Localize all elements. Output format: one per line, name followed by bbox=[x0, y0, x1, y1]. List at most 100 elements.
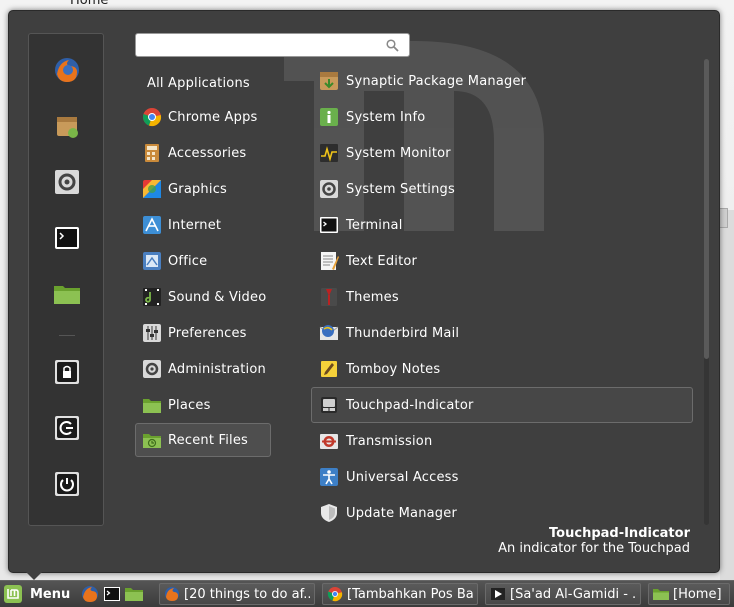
category-places[interactable]: Places bbox=[135, 388, 271, 422]
taskbar-window-firefox[interactable]: [20 things to do af... bbox=[159, 583, 315, 605]
app-synaptic-package-manager[interactable]: Synaptic Package Manager bbox=[311, 63, 693, 99]
category-graphics[interactable]: Graphics bbox=[135, 172, 271, 206]
panel-launcher-terminal[interactable] bbox=[103, 585, 121, 603]
category-label: Sound & Video bbox=[168, 289, 267, 305]
app-transmission[interactable]: Transmission bbox=[311, 423, 693, 459]
chrome-icon bbox=[327, 587, 343, 602]
taskbar-window-chrome[interactable]: [Tambahkan Pos Ba... bbox=[322, 583, 478, 605]
scrollbar-thumb[interactable] bbox=[704, 59, 709, 359]
firefox-icon bbox=[165, 587, 179, 601]
app-description-text: An indicator for the Touchpad bbox=[498, 541, 690, 556]
transmission-icon bbox=[320, 434, 338, 449]
tomboy-icon bbox=[321, 361, 337, 377]
app-label: Touchpad-Indicator bbox=[346, 397, 474, 413]
app-label: Transmission bbox=[346, 433, 433, 449]
software-package-icon bbox=[57, 117, 78, 138]
update-manager-icon bbox=[321, 504, 337, 522]
app-list-scrollbar[interactable] bbox=[704, 59, 709, 525]
category-label: Internet bbox=[168, 217, 222, 233]
terminal-icon bbox=[55, 227, 79, 249]
category-internet[interactable]: Internet bbox=[135, 208, 271, 242]
category-all-applications[interactable]: All Applications bbox=[135, 66, 271, 100]
folder-icon bbox=[653, 589, 669, 600]
favorite-home-folder[interactable] bbox=[52, 279, 82, 309]
category-label: Administration bbox=[168, 361, 266, 377]
search-input[interactable] bbox=[142, 37, 382, 53]
category-recent-files[interactable]: Recent Files bbox=[135, 423, 271, 457]
app-thunderbird-mail[interactable]: Thunderbird Mail bbox=[311, 315, 693, 351]
category-sound-video[interactable]: Sound & Video bbox=[135, 280, 271, 314]
app-system-settings[interactable]: System Settings bbox=[311, 171, 693, 207]
favorite-system-settings[interactable] bbox=[52, 167, 82, 197]
app-label: System Info bbox=[346, 109, 426, 125]
system-monitor-icon bbox=[320, 144, 338, 162]
panel-launcher-files[interactable] bbox=[125, 585, 143, 603]
favorites-sidebar bbox=[28, 33, 104, 526]
app-system-info[interactable]: System Info bbox=[311, 99, 693, 135]
category-label: Graphics bbox=[168, 181, 228, 197]
app-description-title: Touchpad-Indicator bbox=[549, 526, 690, 541]
category-chrome-apps[interactable]: Chrome Apps bbox=[135, 100, 271, 134]
themes-icon bbox=[321, 288, 337, 306]
desktop-window-edge bbox=[720, 210, 734, 580]
taskbar-window-home[interactable]: [Home] bbox=[648, 583, 730, 605]
app-label: Thunderbird Mail bbox=[346, 325, 460, 341]
lock-screen-button[interactable] bbox=[52, 357, 82, 387]
category-label: Preferences bbox=[168, 325, 247, 341]
app-terminal[interactable]: Terminal bbox=[311, 207, 693, 243]
mint-logo-icon bbox=[4, 585, 22, 603]
bottom-panel: Menu [20 things to do af... [Tambahkan P… bbox=[0, 580, 734, 607]
accessories-icon bbox=[145, 144, 159, 162]
logout-icon bbox=[55, 416, 79, 440]
universal-access-icon bbox=[320, 468, 338, 486]
administration-icon bbox=[143, 360, 161, 378]
category-label: Office bbox=[168, 253, 208, 269]
app-label: System Settings bbox=[346, 181, 455, 197]
recent-files-icon bbox=[143, 434, 161, 448]
office-icon bbox=[143, 252, 161, 270]
category-label: Accessories bbox=[168, 145, 247, 161]
app-touchpad-indicator[interactable]: Touchpad-Indicator bbox=[311, 387, 693, 423]
text-editor-icon bbox=[321, 252, 339, 270]
favorite-terminal[interactable] bbox=[52, 223, 82, 253]
category-accessories[interactable]: Accessories bbox=[135, 136, 271, 170]
lock-screen-icon bbox=[55, 360, 79, 384]
firefox-icon bbox=[55, 58, 79, 82]
app-system-monitor[interactable]: System Monitor bbox=[311, 135, 693, 171]
menu-button[interactable]: Menu bbox=[2, 583, 74, 605]
application-menu: All Applications Chrome Apps Accessories… bbox=[8, 10, 720, 573]
favorite-software-package[interactable] bbox=[52, 111, 82, 141]
app-text-editor[interactable]: Text Editor bbox=[311, 243, 693, 279]
taskbar-window-title: [Home] bbox=[673, 586, 722, 602]
app-label: Themes bbox=[346, 289, 399, 305]
system-settings-icon bbox=[320, 180, 338, 198]
taskbar-window-title: [Tambahkan Pos Ba... bbox=[347, 586, 473, 602]
app-label: Terminal bbox=[346, 217, 403, 233]
category-administration[interactable]: Administration bbox=[135, 352, 271, 386]
shutdown-button[interactable] bbox=[52, 469, 82, 499]
app-universal-access[interactable]: Universal Access bbox=[311, 459, 693, 495]
app-tomboy-notes[interactable]: Tomboy Notes bbox=[311, 351, 693, 387]
search-box[interactable] bbox=[135, 33, 410, 57]
search-icon bbox=[386, 39, 399, 52]
category-preferences[interactable]: Preferences bbox=[135, 316, 271, 350]
category-label: Places bbox=[168, 397, 211, 413]
menu-button-label: Menu bbox=[30, 586, 71, 602]
app-label: Text Editor bbox=[346, 253, 418, 269]
taskbar-window-video[interactable]: [Sa'ad Al-Gamidi - ... bbox=[485, 583, 641, 605]
app-themes[interactable]: Themes bbox=[311, 279, 693, 315]
terminal-icon bbox=[320, 217, 338, 233]
system-info-icon bbox=[320, 108, 338, 126]
shutdown-icon bbox=[55, 472, 79, 496]
desktop-home-label: Home bbox=[70, 0, 109, 8]
folder-icon bbox=[54, 286, 80, 304]
favorite-firefox[interactable] bbox=[52, 55, 82, 85]
app-label: Tomboy Notes bbox=[346, 361, 441, 377]
category-label: Chrome Apps bbox=[168, 109, 258, 125]
menu-pointer-arrow bbox=[26, 572, 42, 580]
internet-icon bbox=[143, 216, 161, 234]
thunderbird-icon bbox=[319, 325, 339, 340]
logout-button[interactable] bbox=[52, 413, 82, 443]
panel-launcher-firefox[interactable] bbox=[81, 585, 99, 603]
category-office[interactable]: Office bbox=[135, 244, 271, 278]
